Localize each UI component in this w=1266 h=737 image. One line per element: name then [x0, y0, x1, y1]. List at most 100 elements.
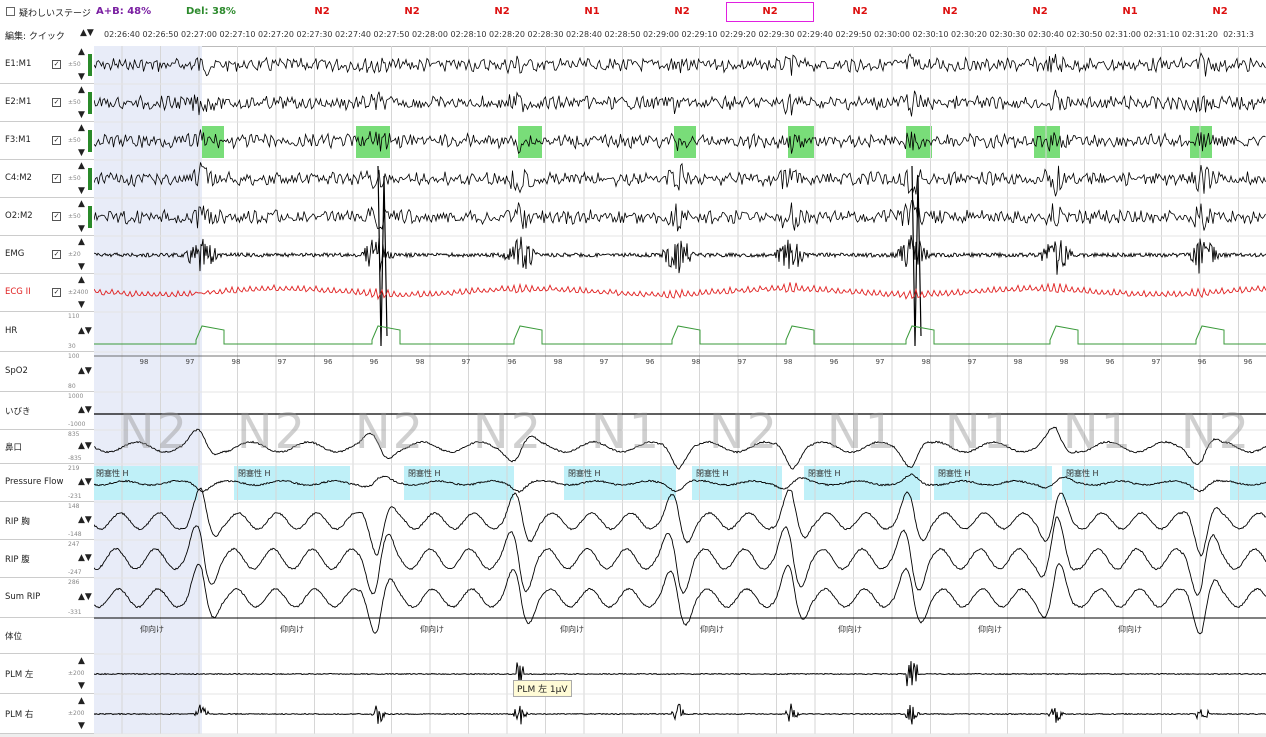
scale-down-icon[interactable]: ▼	[78, 300, 85, 310]
channel-row[interactable]: Pressure Flow ▲▼ 219 -231	[0, 464, 94, 502]
stage-label-5[interactable]: N2	[762, 6, 777, 17]
channel-row[interactable]: いびき ▲▼ 1000 -1000	[0, 392, 94, 430]
spo2-value: 96	[369, 358, 379, 366]
scale-arrows-icon[interactable]: ▲▼	[78, 366, 92, 376]
channel-row[interactable]: HR ▲▼ 110 30	[0, 312, 94, 352]
channel-row[interactable]: O2:M2 ✓ ▲ ▼ ±50	[0, 198, 94, 236]
channel-row[interactable]: E1:M1 ✓ ▲ ▼ ±50	[0, 46, 94, 84]
channel-row[interactable]: RIP 腹 ▲▼ 247 -247	[0, 540, 94, 578]
scale-top: 219	[68, 465, 80, 472]
scale-bottom: -331	[68, 609, 82, 616]
channel-row[interactable]: C4:M2 ✓ ▲ ▼ ±50	[0, 160, 94, 198]
channel-scale: ±50	[68, 61, 81, 68]
time-tick: 02:27:50	[373, 30, 410, 39]
spo2-value: 96	[1197, 358, 1207, 366]
scale-up-icon[interactable]: ▲	[78, 161, 85, 171]
stage-label-10[interactable]: N2	[1212, 6, 1227, 17]
stage-watermark: N2	[708, 404, 780, 460]
channel-row[interactable]: PLM 右 ▲ ▼ ±200	[0, 694, 94, 734]
time-tick: 02:30:10	[912, 30, 949, 39]
spindle-marker	[906, 126, 932, 158]
scale-up-icon[interactable]: ▲	[78, 85, 85, 95]
time-tick: 02:31:3	[1223, 30, 1254, 39]
stage-label-6[interactable]: N2	[852, 6, 867, 17]
signal-plot-area[interactable]: 98 97 98 97 96 96 98 97 96 98 97 96 98 97 98 96 97 98 97 98…	[94, 46, 1266, 734]
channel-marker	[88, 168, 92, 190]
time-tick: 02:27:00	[181, 30, 217, 39]
spo2-value: 97	[737, 358, 747, 366]
scale-down-icon[interactable]: ▼	[78, 148, 85, 158]
channel-scale: ±50	[68, 99, 81, 106]
stage-label-3[interactable]: N1	[584, 6, 599, 17]
stage-label-0[interactable]: N2	[314, 6, 329, 17]
channel-row[interactable]: RIP 胸 ▲▼ 148 -148	[0, 502, 94, 540]
scale-up-icon[interactable]: ▲	[78, 123, 85, 133]
channel-row[interactable]: 体位	[0, 618, 94, 654]
scale-up-icon[interactable]: ▲	[78, 275, 85, 285]
stage-label-2[interactable]: N2	[494, 6, 509, 17]
body-position-label: 仰向け	[420, 625, 444, 634]
stage-label-7[interactable]: N2	[942, 6, 957, 17]
scale-up-icon[interactable]: ▲	[78, 696, 85, 706]
scale-down-icon[interactable]: ▼	[78, 224, 85, 234]
scale-bottom: 30	[68, 343, 76, 350]
scale-down-icon[interactable]: ▼	[78, 72, 85, 82]
scale-up-icon[interactable]: ▲	[78, 47, 85, 57]
channel-visible-checkbox[interactable]: ✓	[52, 98, 61, 107]
time-tick: 02:31:10	[1143, 30, 1180, 39]
scale-up-icon[interactable]: ▲	[78, 199, 85, 209]
channel-row[interactable]: E2:M1 ✓ ▲ ▼ ±50	[0, 84, 94, 122]
stage-label-9[interactable]: N1	[1122, 6, 1137, 17]
channel-row[interactable]: Sum RIP ▲▼ 286 -331	[0, 578, 94, 618]
hr-trace	[94, 325, 1266, 345]
ab-ratio: A+B: 48%	[96, 6, 152, 17]
scale-down-icon[interactable]: ▼	[78, 110, 85, 120]
channel-label-panel: E1:M1 ✓ ▲ ▼ ±50 E2:M1 ✓ ▲ ▼ ±50 F3:M1 ✓ ▲ ▼ ±50 C4:M2 ✓ ▲…	[0, 46, 95, 734]
scale-bottom: 80	[68, 383, 76, 390]
channel-row[interactable]: 鼻口 ▲▼ 835 -835	[0, 430, 94, 464]
scale-down-icon[interactable]: ▼	[78, 186, 85, 196]
scale-down-icon[interactable]: ▼	[78, 681, 85, 691]
scroll-arrows-icon[interactable]: ▲▼	[80, 28, 94, 38]
spo2-value: 98	[415, 358, 425, 366]
channel-visible-checkbox[interactable]: ✓	[52, 136, 61, 145]
scale-arrows-icon[interactable]: ▲▼	[78, 477, 92, 487]
scale-down-icon[interactable]: ▼	[78, 262, 85, 272]
scale-down-icon[interactable]: ▼	[78, 721, 85, 731]
eeg-trace	[94, 52, 1266, 77]
scale-arrows-icon[interactable]: ▲▼	[78, 326, 92, 336]
scale-arrows-icon[interactable]: ▲▼	[78, 515, 92, 525]
time-tick: 02:31:00	[1105, 30, 1141, 39]
plm-tooltip: PLM 左 1μV	[513, 680, 572, 697]
body-position-label: 仰向け	[838, 625, 862, 634]
channel-row[interactable]: F3:M1 ✓ ▲ ▼ ±50	[0, 122, 94, 160]
respiration-trace	[94, 562, 1266, 635]
scale-up-icon[interactable]: ▲	[78, 237, 85, 247]
stage-label-4[interactable]: N2	[674, 6, 689, 17]
channel-row[interactable]: ECG II ✓ ▲ ▼ ±2400	[0, 274, 94, 312]
scale-arrows-icon[interactable]: ▲▼	[78, 592, 92, 602]
channel-visible-checkbox[interactable]: ✓	[52, 212, 61, 221]
body-position-label: 仰向け	[978, 625, 1002, 634]
stage-label-1[interactable]: N2	[404, 6, 419, 17]
channel-visible-checkbox[interactable]: ✓	[52, 60, 61, 69]
scale-top: 247	[68, 541, 80, 548]
channel-row[interactable]: PLM 左 ▲ ▼ ±200	[0, 654, 94, 694]
channel-row[interactable]: EMG ✓ ▲ ▼ ±20	[0, 236, 94, 274]
stage-label-8[interactable]: N2	[1032, 6, 1047, 17]
channel-visible-checkbox[interactable]: ✓	[52, 250, 61, 259]
time-tick: 02:26:50	[142, 30, 179, 39]
channel-visible-checkbox[interactable]: ✓	[52, 288, 61, 297]
time-tick: 02:29:40	[797, 30, 833, 39]
channel-visible-checkbox[interactable]: ✓	[52, 174, 61, 183]
scale-arrows-icon[interactable]: ▲▼	[78, 553, 92, 563]
body-position-label: 仰向け	[140, 625, 164, 634]
channel-row[interactable]: SpO2 ▲▼ 100 80	[0, 352, 94, 392]
suspicious-stage-checkbox[interactable]	[6, 7, 15, 16]
scale-up-icon[interactable]: ▲	[78, 656, 85, 666]
scale-arrows-icon[interactable]: ▲▼	[78, 405, 92, 415]
channel-name: EMG	[5, 249, 25, 259]
spo2-value: 98	[1013, 358, 1023, 366]
scale-arrows-icon[interactable]: ▲▼	[78, 441, 92, 451]
hypopnea-label: 閉塞性 H	[408, 469, 441, 478]
